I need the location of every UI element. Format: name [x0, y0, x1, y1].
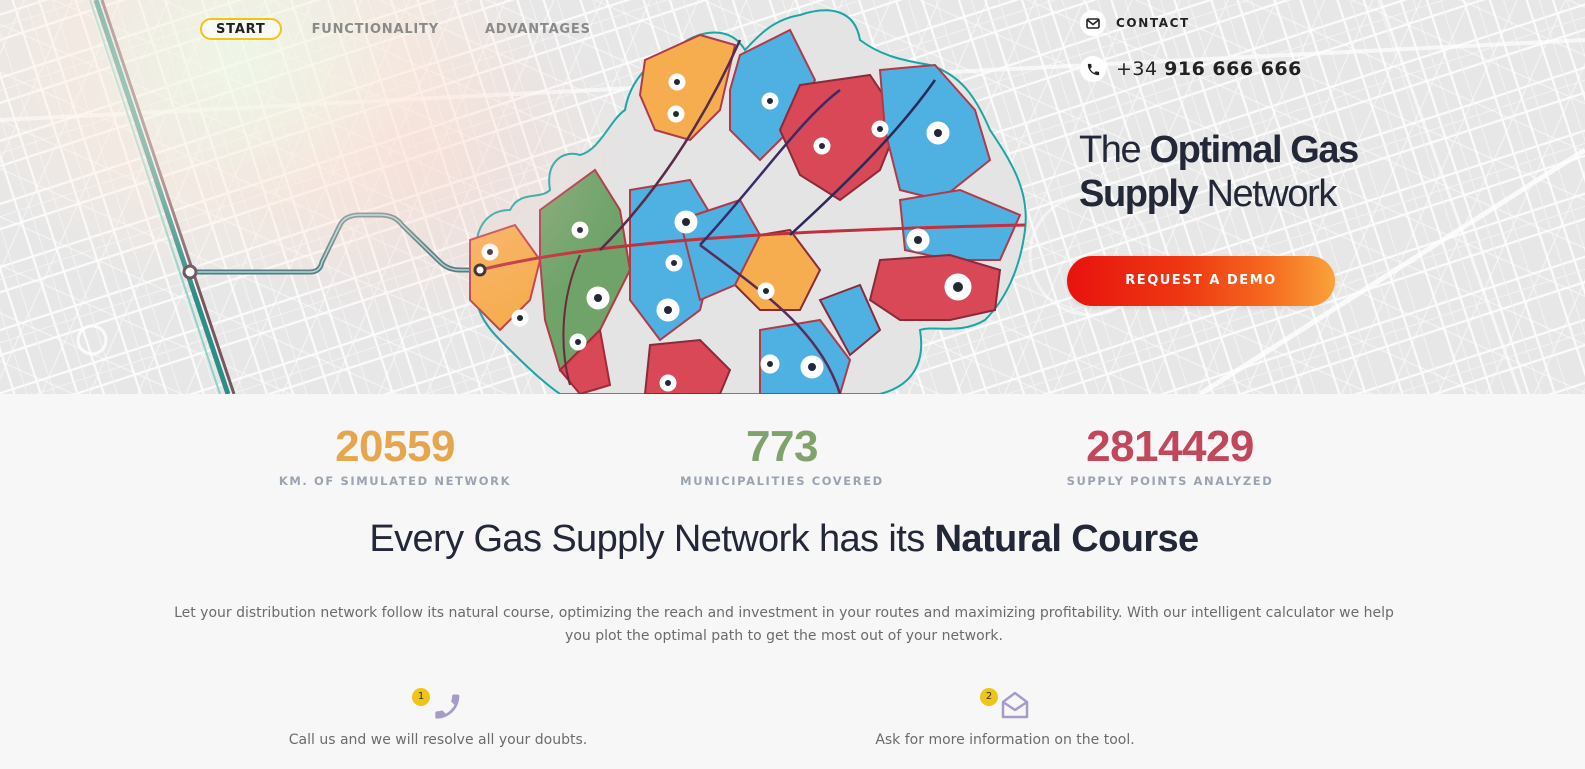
phone-icon: [435, 694, 460, 719]
contact-block: CONTACT +34 916 666 666: [1080, 10, 1302, 82]
phone-link[interactable]: +34 916 666 666: [1080, 56, 1302, 82]
stat-value: 20559: [335, 422, 455, 471]
stat-municipalities: 773 MUNICIPALITIES COVERED: [622, 422, 942, 488]
hero-title: The Optimal Gas Supply Network: [1079, 129, 1359, 215]
stat-value: 773: [746, 422, 818, 471]
step-badge: 1: [412, 688, 430, 706]
nav-item-functionality[interactable]: FUNCTIONALITY: [296, 18, 455, 40]
nav-item-start[interactable]: START: [200, 18, 282, 40]
hero-section: START FUNCTIONALITY ADVANTAGES CONTACT +…: [0, 0, 1585, 394]
envelope-open-icon: [1001, 691, 1029, 719]
stat-label: MUNICIPALITIES COVERED: [680, 474, 884, 488]
feature-call: 1 Call us and we will resolve all your d…: [288, 688, 588, 748]
main-nav: START FUNCTIONALITY ADVANTAGES: [200, 18, 607, 40]
feature-text: Call us and we will resolve all your dou…: [288, 732, 588, 748]
feature-text: Ask for more information on the tool.: [875, 732, 1135, 748]
phone-number: +34 916 666 666: [1116, 58, 1302, 80]
nav-item-advantages[interactable]: ADVANTAGES: [469, 18, 607, 40]
step-badge: 2: [980, 688, 998, 706]
stat-network-km: 20559 KM. OF SIMULATED NETWORK: [235, 422, 555, 488]
contact-label: CONTACT: [1116, 16, 1190, 30]
envelope-icon: [1080, 10, 1106, 36]
stat-label: SUPPLY POINTS ANALYZED: [1066, 474, 1274, 488]
request-demo-button[interactable]: REQUEST A DEMO: [1067, 256, 1335, 306]
phone-icon: [1080, 56, 1106, 82]
page: START FUNCTIONALITY ADVANTAGES CONTACT +…: [0, 0, 1585, 769]
stat-supply-points: 2814429 SUPPLY POINTS ANALYZED: [1010, 422, 1330, 488]
stat-value: 2814429: [1086, 422, 1254, 471]
section-heading: Every Gas Supply Network has its Natural…: [369, 518, 1199, 560]
section-paragraph: Let your distribution network follow its…: [174, 605, 1394, 644]
feature-info: 2 Ask for more information on the tool.: [855, 688, 1155, 748]
stat-label: KM. OF SIMULATED NETWORK: [278, 474, 512, 488]
contact-link[interactable]: CONTACT: [1080, 10, 1302, 36]
